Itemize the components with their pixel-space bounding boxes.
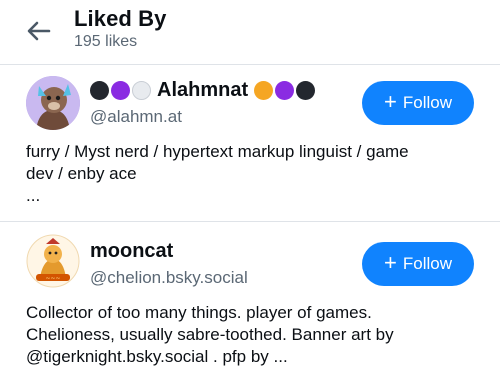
user-list-item[interactable]: ~~~ mooncat @chelion.bsky.social + Follo…	[0, 222, 500, 372]
plus-icon: +	[384, 89, 397, 114]
user-handle[interactable]: @alahmn.at	[90, 107, 182, 127]
page-title: Liked By	[74, 6, 167, 31]
user-bio: Collector of too many things. player of …	[26, 303, 394, 366]
follow-button[interactable]: + Follow	[362, 242, 474, 286]
black-circle-icon	[90, 81, 109, 100]
user-bio: furry / Myst nerd / hypertext markup lin…	[26, 142, 409, 205]
display-name[interactable]: Alahmnat	[157, 79, 248, 102]
follow-button[interactable]: + Follow	[362, 81, 474, 125]
liked-by-screen: Liked By 195 likes Alahmnat @alahmn.at +…	[0, 0, 500, 372]
avatar-image: ~~~	[26, 234, 80, 288]
purple-circle-icon	[111, 81, 130, 100]
name-emoji-group-leading	[90, 81, 151, 100]
avatar[interactable]: ~~~	[26, 234, 80, 288]
plus-icon: +	[384, 250, 397, 275]
follow-label: Follow	[402, 254, 452, 273]
display-name[interactable]: mooncat	[90, 240, 173, 263]
svg-text:~~~: ~~~	[45, 275, 60, 282]
header: Liked By 195 likes	[0, 0, 500, 64]
orange-circle-icon	[254, 81, 274, 100]
user-handle[interactable]: @chelion.bsky.social	[90, 268, 248, 288]
white-circle-icon	[132, 81, 151, 100]
name-line: mooncat	[90, 240, 173, 263]
avatar-image	[26, 76, 80, 130]
likes-count: 195 likes	[74, 33, 138, 50]
black-circle-icon	[296, 81, 316, 100]
name-line: Alahmnat	[90, 79, 316, 102]
follow-label: Follow	[402, 93, 452, 112]
back-button[interactable]	[22, 14, 56, 48]
arrow-left-icon	[27, 21, 51, 41]
user-list-item[interactable]: Alahmnat @alahmn.at + Follow furry / Mys…	[0, 65, 500, 221]
purple-circle-icon	[275, 81, 295, 100]
name-emoji-group-trailing	[254, 81, 316, 100]
avatar[interactable]	[26, 76, 80, 130]
